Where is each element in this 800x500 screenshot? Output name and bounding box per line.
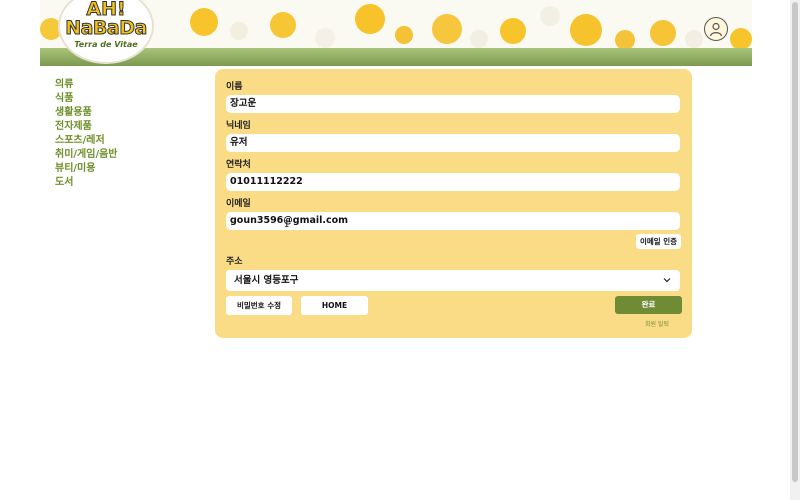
sidebar-item-clothing[interactable]: 의류 [55, 78, 195, 92]
address-select-value: 서울시 영등포구 [234, 275, 299, 286]
sidebar-item-food[interactable]: 식품 [55, 92, 195, 106]
phone-field[interactable]: 01011112222 [226, 173, 680, 191]
sidebar-item-household[interactable]: 생활용품 [55, 106, 195, 120]
name-label: 이름 [226, 82, 243, 92]
email-verify-button[interactable]: 이메일 인증 [636, 234, 681, 249]
name-field[interactable]: 장고운 [226, 95, 680, 113]
sidebar-item-books[interactable]: 도서 [55, 176, 195, 190]
profile-edit-panel: 이름 장고운 닉네임 유저 연락처 01011112222 이메일 goun35… [215, 69, 692, 338]
flower-decoration [730, 28, 752, 50]
nickname-field[interactable]: 유저 [226, 134, 680, 152]
flower-decoration [470, 30, 488, 48]
user-icon [709, 22, 723, 37]
address-label: 주소 [226, 257, 243, 267]
address-select[interactable]: 서울시 영등포구 [226, 270, 680, 291]
email-field[interactable]: goun3596@gmail.com [226, 212, 680, 230]
change-password-button[interactable]: 비밀번호 수정 [226, 296, 292, 315]
withdraw-link[interactable]: 회원 탈퇴 [645, 322, 669, 328]
flower-decoration [570, 14, 602, 46]
flower-decoration [650, 20, 676, 46]
logo-line3: Terra de Vitae [74, 40, 138, 49]
scrollbar-thumb[interactable] [792, 2, 798, 482]
flower-decoration [500, 18, 526, 44]
banner-ground [40, 48, 752, 66]
flower-decoration [615, 30, 635, 50]
flower-decoration [395, 26, 413, 44]
flower-decoration [355, 4, 385, 34]
flower-decoration [432, 14, 462, 44]
flower-decoration [315, 28, 335, 48]
home-button[interactable]: HOME [301, 296, 368, 315]
page-scrollbar[interactable] [790, 0, 800, 500]
email-label: 이메일 [226, 199, 251, 209]
sidebar-item-beauty[interactable]: 뷰티/미용 [55, 162, 195, 176]
done-button[interactable]: 완료 [615, 296, 682, 314]
sidebar-item-electronics[interactable]: 전자제품 [55, 120, 195, 134]
sidebar-item-hobby[interactable]: 취미/게임/음반 [55, 148, 195, 162]
flower-decoration [540, 6, 560, 26]
flower-decoration [685, 30, 703, 48]
chevron-down-icon [663, 278, 671, 283]
text-cursor-icon: I [284, 220, 290, 230]
flower-decoration [230, 22, 248, 40]
category-sidebar: 의류 식품 생활용품 전자제품 스포츠/레저 취미/게임/음반 뷰티/미용 도서 [55, 78, 195, 190]
flower-decoration [190, 8, 218, 36]
sidebar-item-sports[interactable]: 스포츠/레저 [55, 134, 195, 148]
profile-button[interactable] [704, 17, 728, 41]
phone-label: 연락처 [226, 160, 251, 170]
nickname-label: 닉네임 [226, 121, 251, 131]
flower-decoration [270, 12, 296, 38]
logo-line2: NaBaDa [65, 17, 148, 39]
